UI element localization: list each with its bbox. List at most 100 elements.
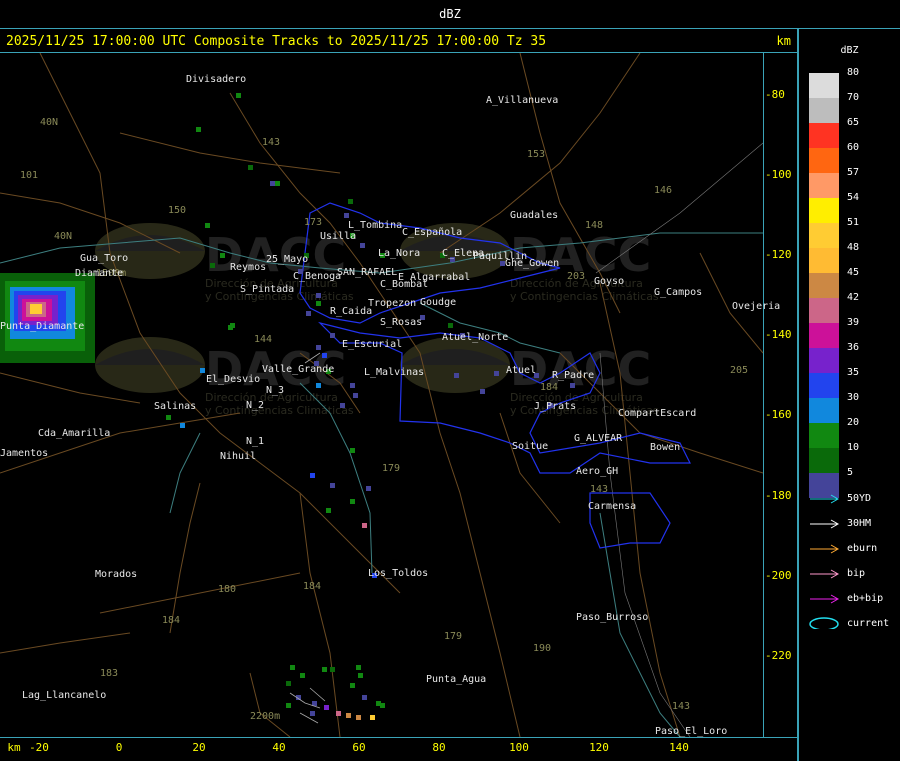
x-tick-label: 0 <box>115 741 123 754</box>
radar-echo-pixel <box>310 711 315 716</box>
place-label: 25_Mayo <box>266 254 308 265</box>
place-label: Reymos <box>230 262 266 273</box>
y-tick-label: -180 <box>765 489 792 502</box>
route-label: 143 <box>672 701 690 712</box>
radar-echo-pixel <box>290 665 295 670</box>
legend-swatch <box>809 248 839 273</box>
place-label: L_Tombina <box>348 220 402 231</box>
legend-swatch-label: 36 <box>847 342 860 353</box>
frame-top-border <box>0 28 900 29</box>
radar-echo-pixel <box>570 383 575 388</box>
composite-title: 2025/11/25 17:00:00 UTC Composite Tracks… <box>6 34 547 49</box>
legend-swatch <box>809 73 839 98</box>
route-labels: 40N 101 143 150 40N 173 146 153 148 203 … <box>20 117 748 722</box>
place-label: G_ALVEAR <box>574 433 623 444</box>
legend-swatch-label: 70 <box>847 92 860 103</box>
radar-echo-pixel <box>220 253 225 258</box>
legend-swatch-label: 48 <box>847 242 860 253</box>
route-label: 153 <box>527 149 545 160</box>
place-label: Los_Toldos <box>368 568 428 579</box>
radar-echo-major <box>0 273 95 363</box>
y-tick-label: -120 <box>765 248 792 261</box>
route-label: 40N <box>54 231 72 242</box>
place-label: Ovejeria <box>732 301 780 312</box>
legend-swatch <box>809 98 839 123</box>
radar-echo-pixel <box>348 199 353 204</box>
place-label: Jamentos <box>0 448 48 459</box>
place-labels: Divisadero A_Villanueva L_Tombina C_Espa… <box>0 74 780 737</box>
route-label: 2200m <box>250 711 280 722</box>
y-unit-label: km <box>776 34 791 48</box>
route-label: 148 <box>585 220 603 231</box>
legend-swatch-label: 30 <box>847 392 860 403</box>
route-label: 183 <box>100 668 118 679</box>
radar-echo-pixel <box>306 311 311 316</box>
current-ellipse-icon <box>809 617 839 629</box>
place-label: Salinas <box>154 401 196 412</box>
route-label: 205 <box>730 365 748 376</box>
place-label: Punta_Diamante <box>0 321 84 332</box>
radar-echo-pixel <box>330 333 335 338</box>
place-label: Goudge <box>420 297 456 308</box>
y-tick-label: -80 <box>765 88 785 101</box>
place-label: SAN_RAFAEL <box>337 267 397 278</box>
place-label: Paso_El_Loro <box>655 726 727 737</box>
radar-echo-pixel <box>316 383 321 388</box>
place-label: Cda_Amarilla <box>38 428 110 439</box>
route-label: 180 <box>218 584 236 595</box>
legend-panel: dBZ 80 70 65 60 57 54 51 48 45 42 39 36 35 30 20 10 5 50… <box>799 30 900 761</box>
map-canvas: DACC Dirección de Agricultura y Continge… <box>0 53 780 737</box>
route-label: 173 <box>304 217 322 228</box>
radar-echo-pixel <box>340 403 345 408</box>
y-tick-label: -140 <box>765 328 792 341</box>
x-tick-label: 20 <box>192 741 206 754</box>
place-label: Atuel <box>506 365 536 376</box>
radar-echo-pixel <box>448 323 453 328</box>
legend-swatch <box>809 398 839 423</box>
legend-track-label: 30HM <box>847 518 872 529</box>
place-label: Valle_Grande <box>262 364 334 375</box>
place-label: A_Villanueva <box>486 95 558 106</box>
radar-echo-pixel <box>326 508 331 513</box>
radar-echo-pixel <box>322 353 327 358</box>
radar-echo-pixel <box>316 293 321 298</box>
legend-swatch-label: 42 <box>847 292 860 303</box>
radar-echo-pixel <box>316 301 321 306</box>
place-label: La_Nora <box>378 248 420 259</box>
radar-echo-pixel <box>200 368 205 373</box>
radar-echo-pixel <box>356 715 361 720</box>
track-arrow-icon <box>810 594 840 604</box>
legend-swatch <box>809 298 839 323</box>
legend-swatch <box>809 423 839 448</box>
route-label: 179 <box>382 463 400 474</box>
legend-swatch-label: 35 <box>847 367 860 378</box>
route-label: 184 <box>303 581 321 592</box>
radar-echo-pixel <box>236 93 241 98</box>
x-tick-label: 120 <box>589 741 609 754</box>
legend-track-label: eb+bip <box>847 593 884 604</box>
radar-echo-pixel <box>270 181 275 186</box>
place-label: Guadales <box>510 210 558 221</box>
radar-map[interactable]: DACC Dirección de Agricultura y Continge… <box>0 53 797 737</box>
place-label: Paso_Burroso <box>576 612 648 623</box>
y-tick-label: -100 <box>765 168 792 181</box>
place-label: Diamante <box>75 268 123 279</box>
route-label: 143 <box>590 484 608 495</box>
legend-track-label: current <box>847 618 890 629</box>
place-label: CompartEscard <box>618 408 696 419</box>
legend-swatch <box>809 173 839 198</box>
radar-echo-pixel <box>336 711 341 716</box>
radar-echo-pixel <box>286 703 291 708</box>
radar-echo-pixel <box>330 667 335 672</box>
legend-swatch-label: 80 <box>847 67 860 78</box>
route-label: 190 <box>533 643 551 654</box>
radar-echo-pixel <box>330 483 335 488</box>
place-label: Soitue <box>512 441 548 452</box>
place-label: Nihuil <box>220 451 256 462</box>
x-tick-label: 140 <box>669 741 689 754</box>
radar-echo-pixel <box>275 181 280 186</box>
route-label: 184 <box>162 615 180 626</box>
place-label: E_Escurial <box>342 339 402 350</box>
radar-echo-pixel <box>180 423 185 428</box>
radar-echo-pixel <box>380 703 385 708</box>
